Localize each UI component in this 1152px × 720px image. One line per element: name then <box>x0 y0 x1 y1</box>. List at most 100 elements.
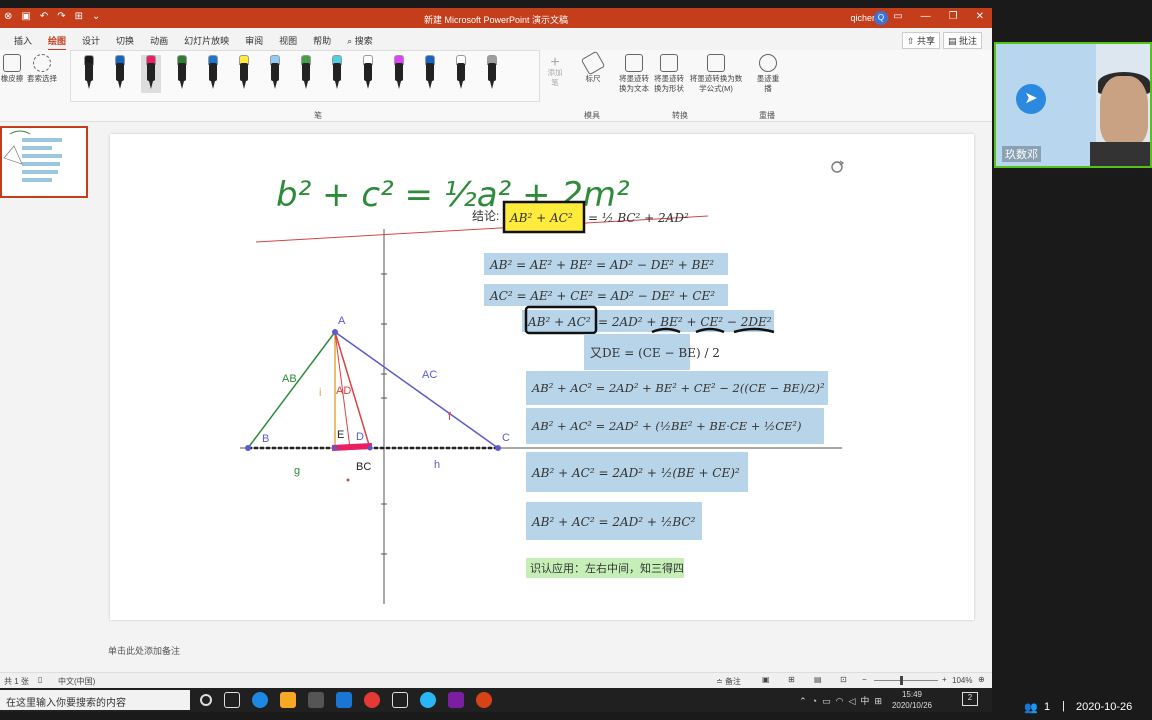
pen-8-icon[interactable] <box>296 55 316 93</box>
pen-11-icon[interactable] <box>389 55 409 93</box>
close-icon[interactable]: ✕ <box>976 11 984 22</box>
chrome-icon[interactable] <box>364 692 380 708</box>
pen-gallery <box>70 50 540 102</box>
pen-7-icon[interactable] <box>265 55 285 93</box>
ink-to-text-button[interactable]: 将墨迹转换为文本 <box>616 54 652 94</box>
cortana-icon[interactable] <box>200 694 212 706</box>
reading-view-icon[interactable]: ▤ <box>814 675 822 684</box>
taskbar-apps <box>200 692 492 708</box>
tab-design[interactable]: 设计 <box>82 34 100 51</box>
input-grid-icon[interactable]: ⊞ <box>874 696 882 706</box>
zoom-out-icon[interactable]: − <box>862 675 867 684</box>
avatar[interactable]: Q <box>874 11 888 25</box>
participant-count: 1 <box>1044 701 1051 713</box>
pen-3-icon[interactable] <box>141 55 161 93</box>
tab-help[interactable]: 帮助 <box>313 34 331 51</box>
telegram-icon[interactable] <box>420 692 436 708</box>
notes-placeholder[interactable]: 单击此处添加备注 <box>108 644 180 657</box>
conclusion-label: 结论: <box>472 209 499 223</box>
zoom-slider[interactable] <box>874 680 938 681</box>
file-explorer-icon[interactable] <box>280 692 296 708</box>
lasso-button[interactable]: 套索选择 <box>26 54 58 84</box>
participants-icon[interactable]: 👥 <box>1024 701 1038 714</box>
taskbar-search-input[interactable]: 在这里输入你要搜索的内容 <box>0 690 190 710</box>
eq3-left: AB² + AC² <box>527 315 591 329</box>
edge-icon[interactable] <box>252 692 268 708</box>
snip-icon[interactable] <box>392 692 408 708</box>
comment-button[interactable]: ▤ 批注 <box>942 32 982 49</box>
powerpoint-icon[interactable] <box>476 692 492 708</box>
pen-4-icon[interactable] <box>172 55 192 93</box>
share-button[interactable]: ⇧ 共享 <box>901 32 940 49</box>
notes-toggle-button[interactable]: ≐ 备注 <box>716 676 741 687</box>
point-e[interactable] <box>332 445 338 451</box>
ink-to-shape-icon <box>660 54 678 72</box>
slide-canvas[interactable]: A B C D E AB AC AD BC g h i f b² + c² = … <box>110 134 974 620</box>
send-icon: ➤ <box>1016 84 1046 114</box>
minimize-icon[interactable]: — <box>921 11 931 22</box>
clock[interactable]: 15:49 2020/10/26 <box>892 689 932 711</box>
fit-slide-icon[interactable]: ⊕ <box>978 675 985 684</box>
task-view-icon[interactable] <box>224 692 240 708</box>
eq7: AB² + AC² = 2AD² + ½(BE + CE)² <box>531 466 740 480</box>
pen-14-icon[interactable] <box>482 55 502 93</box>
ink-to-math-button[interactable]: 将墨迹转换为数学公式(M) <box>688 54 744 94</box>
point-a[interactable] <box>332 329 338 335</box>
accessibility-icon[interactable]: ▯ <box>38 675 42 684</box>
eq2: AC² = AE² + CE² = AD² − DE² + CE² <box>489 289 715 303</box>
notification-button[interactable]: 2 <box>962 692 978 706</box>
ink-to-shape-button[interactable]: 将墨迹转换为形状 <box>652 54 686 94</box>
ruler-button[interactable]: 标尺 <box>580 50 606 84</box>
pen-2-icon[interactable] <box>110 55 130 93</box>
wifi-icon[interactable]: ◠ <box>836 696 844 706</box>
eraser-button[interactable]: 橡皮擦 <box>0 54 24 84</box>
tab-insert[interactable]: 插入 <box>14 34 32 51</box>
store-icon[interactable] <box>308 692 324 708</box>
tab-review[interactable]: 审阅 <box>245 34 263 51</box>
pen-10-icon[interactable] <box>358 55 378 93</box>
tray-expand-icon[interactable]: ⌃ <box>799 696 807 706</box>
pen-9-icon[interactable] <box>327 55 347 93</box>
slideshow-view-icon[interactable]: ⊡ <box>840 675 847 684</box>
tab-slideshow[interactable]: 幻灯片放映 <box>184 34 229 51</box>
tab-transitions[interactable]: 切换 <box>116 34 134 51</box>
normal-view-icon[interactable]: ▣ <box>762 675 770 684</box>
point-c[interactable] <box>495 445 501 451</box>
network-icon[interactable]: ◔ <box>812 696 817 706</box>
ribbon-display-icon[interactable]: ▭ <box>893 11 902 22</box>
zoom-in-icon[interactable]: + <box>942 675 947 684</box>
zoom-level[interactable]: 104% <box>952 676 972 685</box>
pink-highlight <box>331 443 373 451</box>
pen-6-icon[interactable] <box>234 55 254 93</box>
video-panel: ➤ 玖数邓 <box>994 42 1152 168</box>
tab-animations[interactable]: 动画 <box>150 34 168 51</box>
battery-icon[interactable]: ▭ <box>822 696 831 706</box>
ribbon-tabs: 插入 绘图 设计 切换 动画 幻灯片放映 审阅 视图 帮助 ⌕ 搜索 ⇧ 共享 … <box>0 28 992 51</box>
segment-ab <box>247 331 336 449</box>
point-d[interactable] <box>367 445 373 451</box>
ime-indicator[interactable]: 中 <box>860 696 869 706</box>
window-title: 新建 Microsoft PowerPoint 演示文稿 <box>423 15 569 25</box>
pen-5-icon[interactable] <box>203 55 223 93</box>
refresh-icon[interactable] <box>831 160 845 173</box>
volume-icon[interactable]: ◁ <box>848 696 855 706</box>
app-icon[interactable] <box>448 692 464 708</box>
mail-icon[interactable] <box>336 692 352 708</box>
pen-13-icon[interactable] <box>451 55 471 93</box>
ink-to-text-icon <box>625 54 643 72</box>
restore-icon[interactable]: ❐ <box>949 11 958 22</box>
tab-view[interactable]: 视图 <box>279 34 297 51</box>
point-b[interactable] <box>245 445 251 451</box>
tab-draw[interactable]: 绘图 <box>48 34 67 51</box>
sorter-view-icon[interactable]: ⊞ <box>788 675 795 684</box>
eraser-icon <box>3 54 21 72</box>
slide-thumbnail[interactable] <box>0 126 88 198</box>
tab-search[interactable]: ⌕ 搜索 <box>347 34 373 51</box>
pen-12-icon[interactable] <box>420 55 440 93</box>
zoom-slider-thumb[interactable] <box>900 676 903 685</box>
ink-replay-button[interactable]: 墨迹重播 <box>756 54 780 94</box>
pen-1-icon[interactable] <box>79 55 99 93</box>
participant-face <box>1100 76 1148 146</box>
language-status[interactable]: 中文(中国) <box>58 676 95 687</box>
add-pen-button[interactable]: + 添加笔 <box>544 55 566 88</box>
